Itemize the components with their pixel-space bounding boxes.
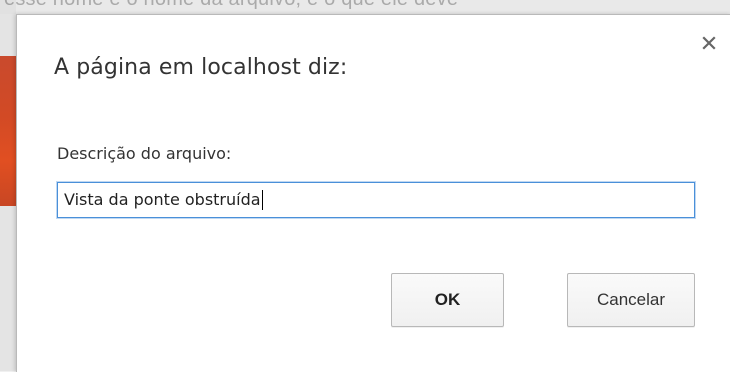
background-top-text-strip: esse nome e o nome da arquivo, e o que e… (0, 0, 730, 14)
close-button[interactable] (701, 35, 717, 51)
cancel-button-label: Cancelar (596, 290, 666, 309)
prompt-label: Descrição do arquivo: (57, 144, 232, 163)
cancel-button[interactable]: Cancelar (567, 273, 695, 327)
description-input-value: Vista da ponte obstruída (64, 190, 261, 209)
background-top-text: esse nome e o nome da arquivo, e o que e… (4, 0, 458, 11)
dialog-title: A página em localhost diz: (54, 55, 348, 80)
close-icon (701, 35, 717, 51)
background-left-image (0, 56, 16, 206)
text-cursor (261, 189, 263, 210)
description-input[interactable]: Vista da ponte obstruída (57, 182, 695, 218)
ok-button[interactable]: OK (391, 273, 504, 327)
prompt-dialog: A página em localhost diz: Descrição do … (16, 14, 730, 372)
ok-button-label: OK (434, 290, 461, 309)
